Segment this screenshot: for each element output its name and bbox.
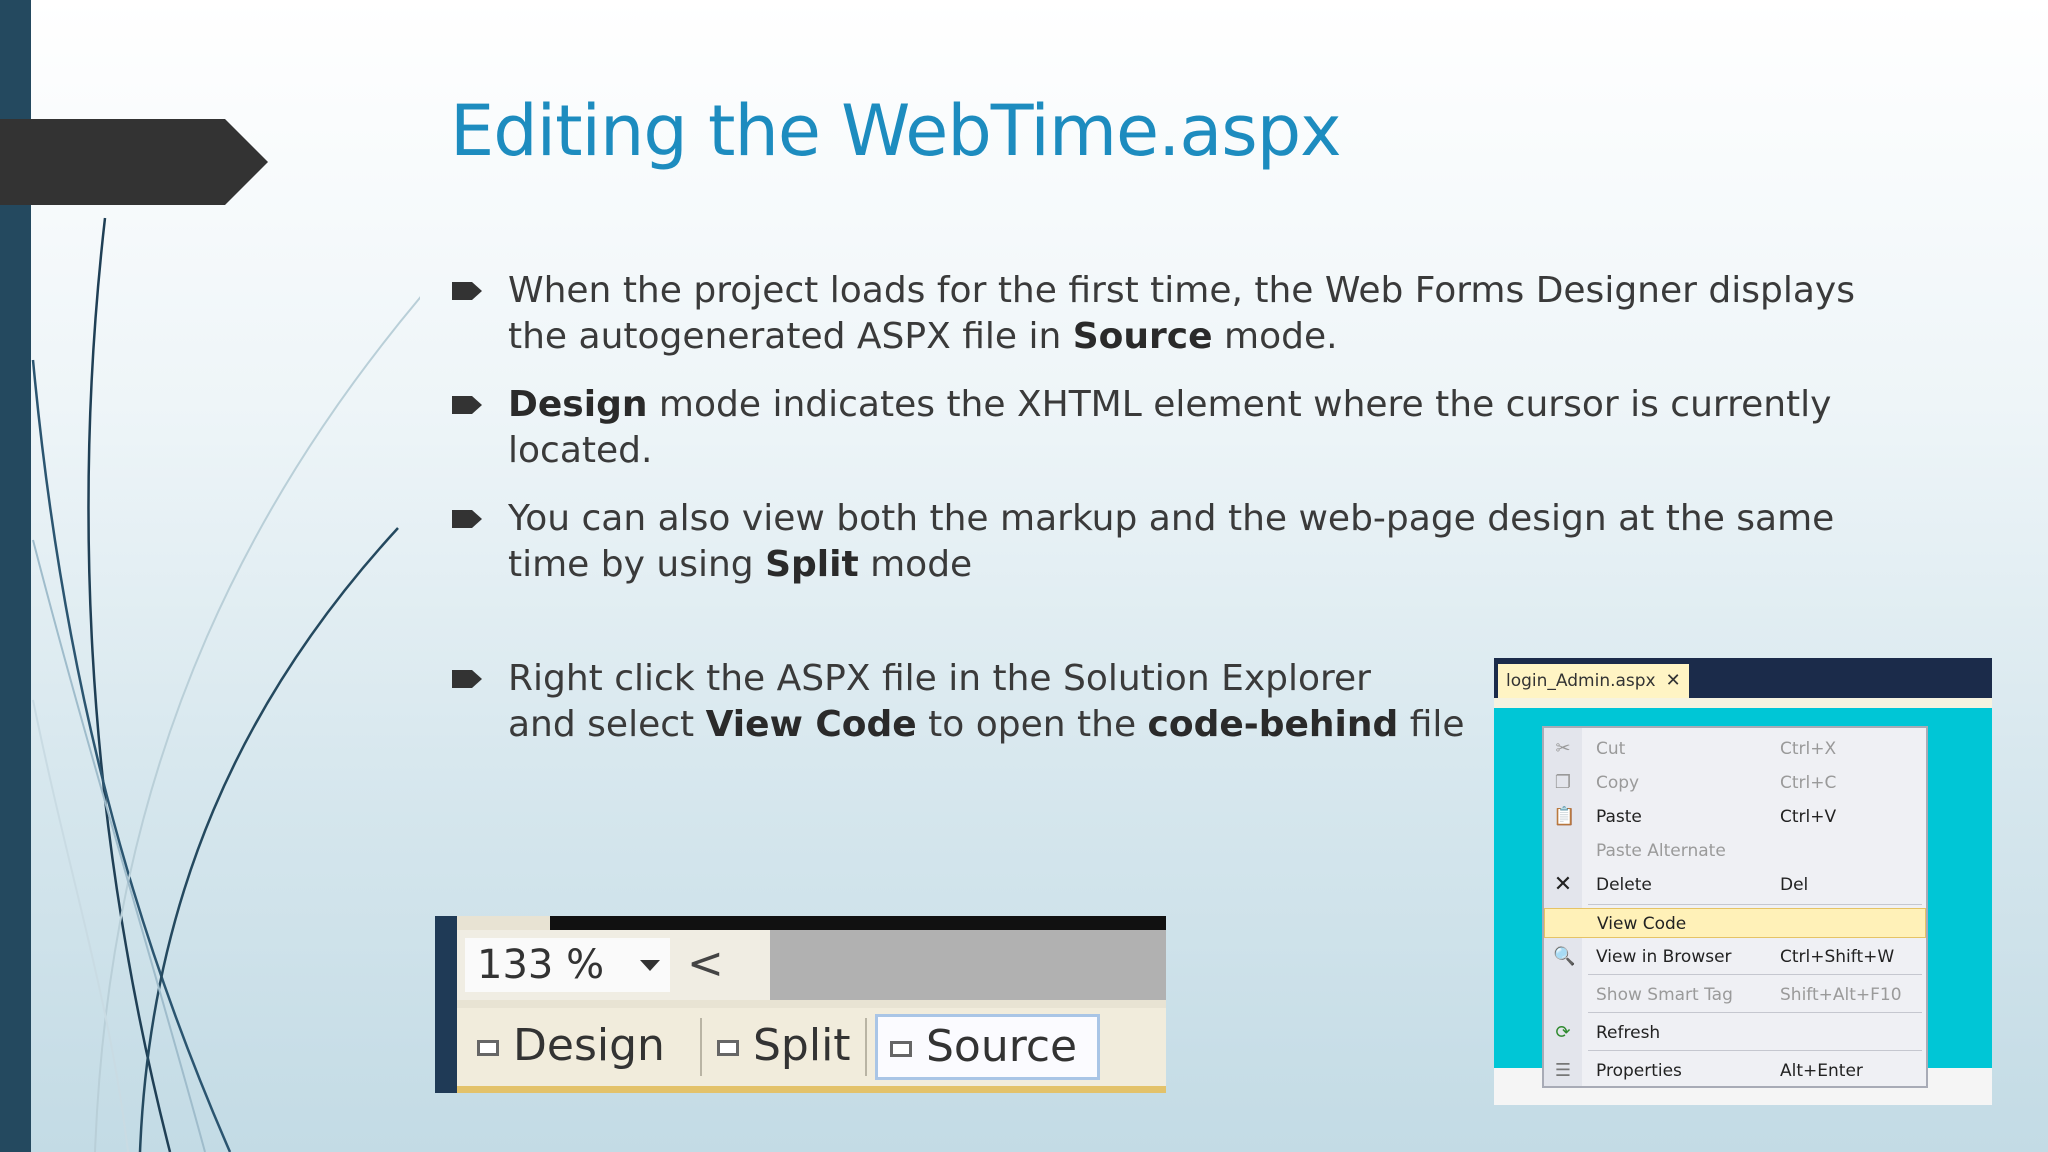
menu-item-cut[interactable]: ✂ Cut Ctrl+X (1544, 734, 1926, 764)
menu-separator (1588, 1050, 1922, 1051)
slide-title: Editing the WebTime.aspx (450, 90, 1342, 172)
menu-item-paste[interactable]: 📋 Paste Ctrl+V (1544, 802, 1926, 832)
bullet-item-design-mode: Design mode indicates the XHTML element … (450, 382, 1910, 474)
source-icon (890, 1041, 912, 1057)
refresh-icon: ⟳ (1555, 1022, 1571, 1043)
menu-separator (1588, 974, 1922, 975)
browser-icon: 🔍 (1553, 946, 1576, 967)
view-mode-tabs: Design Split Source (457, 1008, 1166, 1086)
menu-separator (1588, 904, 1922, 905)
copy-icon: ❐ (1554, 772, 1572, 793)
menu-separator (1588, 1012, 1922, 1013)
scissors-icon: ✂ (1555, 738, 1571, 759)
design-icon (477, 1040, 499, 1056)
toolbar-top-strip (550, 916, 1166, 930)
chevron-down-icon (640, 960, 660, 971)
bullet-arrow-icon (452, 282, 482, 300)
properties-icon: ☰ (1554, 1060, 1572, 1081)
tab-underline (1494, 698, 1992, 708)
tab-design[interactable]: Design (477, 1016, 665, 1076)
toolbar-scroll-area (770, 930, 1166, 1000)
context-menu: ✂ Cut Ctrl+X ❐ Copy Ctrl+C 📋 Paste Ctrl+… (1542, 726, 1928, 1088)
tab-separator (865, 1018, 867, 1076)
menu-item-paste-alternate[interactable]: Paste Alternate (1544, 836, 1926, 866)
zoom-select[interactable]: 133 % (465, 938, 670, 992)
menu-item-delete[interactable]: ✕ Delete Del (1544, 870, 1926, 900)
bullet-item-source-mode: When the project loads for the first tim… (450, 268, 1910, 360)
tab-split[interactable]: Split (717, 1016, 851, 1076)
menu-item-view-code[interactable]: View Code (1544, 908, 1926, 938)
designer-toolbar-screenshot: 133 % < Design Split Source (435, 916, 1166, 1093)
title-arrow-tab (0, 119, 268, 205)
document-tab[interactable]: login_Admin.aspx ✕ (1498, 664, 1689, 698)
menu-item-view-in-browser[interactable]: 🔍 View in Browser Ctrl+Shift+W (1544, 942, 1926, 972)
scroll-left-button[interactable]: < (687, 942, 724, 986)
menu-item-properties[interactable]: ☰ Properties Alt+Enter (1544, 1056, 1926, 1086)
paste-icon: 📋 (1553, 806, 1576, 827)
close-icon[interactable]: ✕ (1666, 670, 1681, 691)
split-icon (717, 1040, 739, 1056)
menu-item-copy[interactable]: ❐ Copy Ctrl+C (1544, 768, 1926, 798)
menu-item-refresh[interactable]: ⟳ Refresh (1544, 1018, 1926, 1048)
bullet-item-split-mode: You can also view both the markup and th… (450, 496, 1910, 588)
menu-item-show-smart-tag[interactable]: Show Smart Tag Shift+Alt+F10 (1544, 980, 1926, 1010)
bullet-arrow-icon (452, 396, 482, 414)
document-tab-bar: login_Admin.aspx ✕ (1494, 658, 1992, 698)
toolbar-bottom-edge (457, 1086, 1166, 1093)
bullet-arrow-icon (452, 670, 482, 688)
tab-separator (700, 1018, 702, 1076)
tab-source[interactable]: Source (875, 1014, 1101, 1080)
bullet-arrow-icon (452, 510, 482, 528)
toolbar-left-edge (435, 916, 457, 1093)
delete-icon: ✕ (1553, 872, 1573, 897)
context-menu-screenshot: login_Admin.aspx ✕ ✂ Cut Ctrl+X ❐ Copy Ct… (1494, 658, 1992, 1105)
